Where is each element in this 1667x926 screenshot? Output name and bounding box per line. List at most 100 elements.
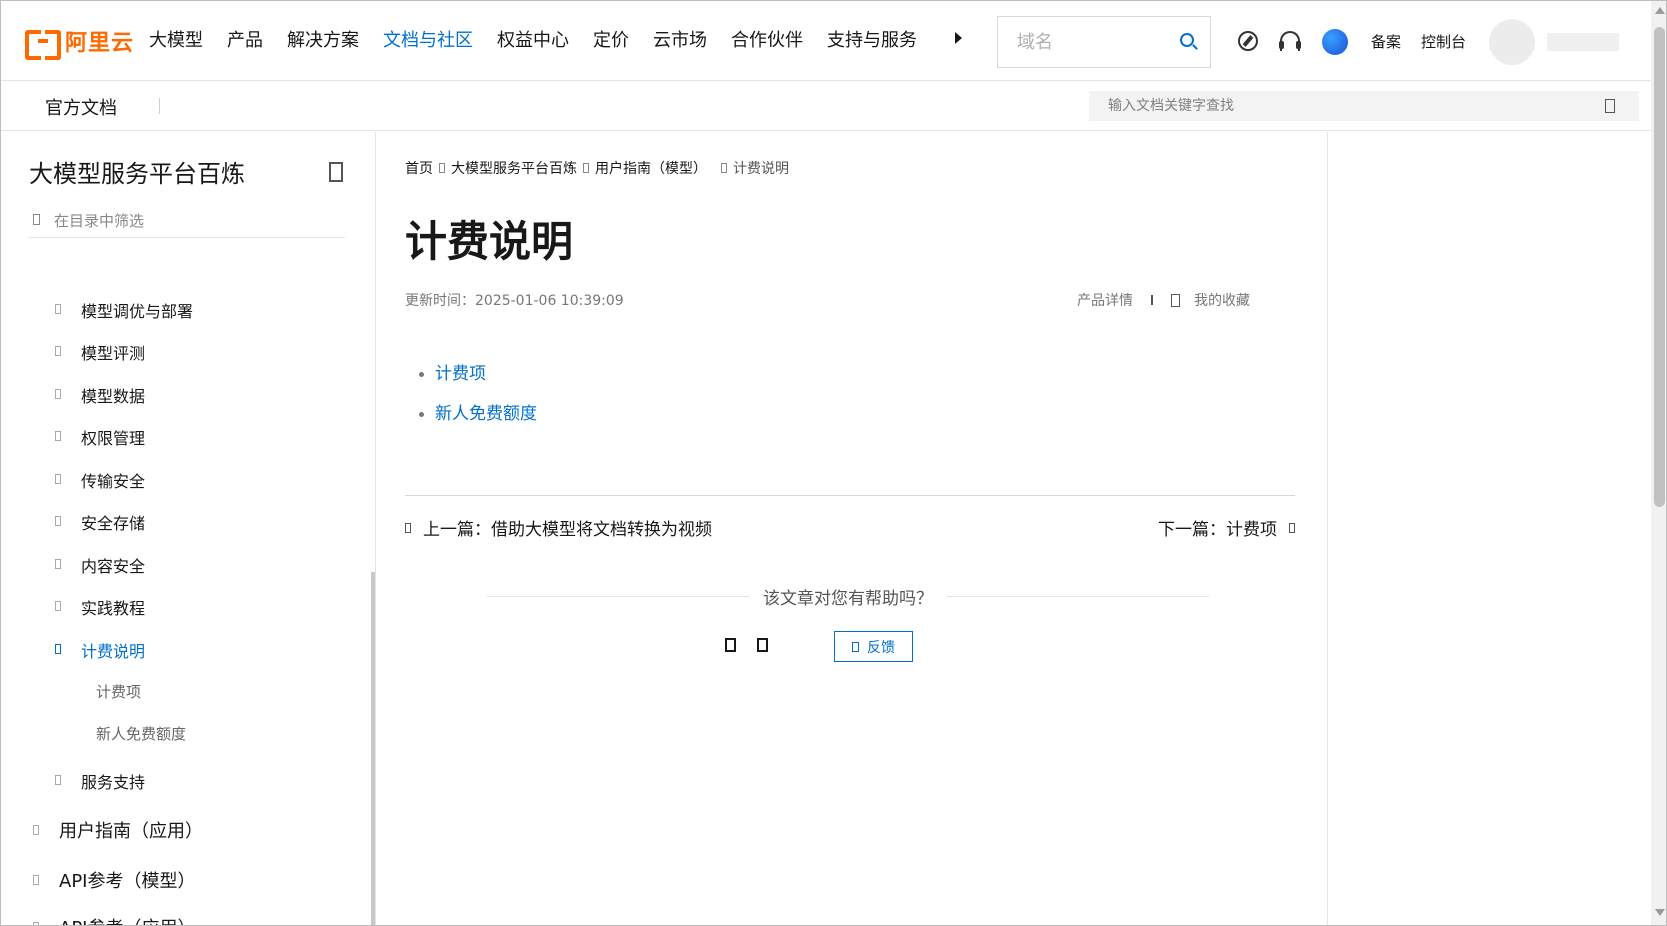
avatar[interactable] [1489, 19, 1535, 65]
sidebar-item-label: 实践教程 [81, 599, 146, 618]
breadcrumb-current: 计费说明 [733, 161, 789, 177]
breadcrumb-separator-icon [439, 163, 445, 173]
sidebar-item-billing[interactable]: 计费说明 [55, 638, 145, 662]
sidebar-item-user-guide-app[interactable]: 用户指南（应用） [33, 817, 203, 843]
chevron-right-icon [55, 346, 61, 356]
update-time: 更新时间：2025-01-06 10:39:09 [405, 293, 624, 309]
toc-link-billing-items[interactable]: 计费项 [419, 354, 537, 394]
sidebar-item-label: 模型数据 [81, 387, 146, 406]
thumbs-up-icon[interactable] [725, 638, 736, 652]
scroll-down-icon[interactable] [1655, 909, 1665, 916]
next-article-link[interactable]: 下一篇：计费项 [1158, 515, 1295, 540]
sidebar-item-service-support[interactable]: 服务支持 [55, 769, 145, 793]
chevron-right-icon [55, 601, 61, 611]
nav-more-arrow-icon[interactable] [955, 32, 962, 44]
chevron-right-icon [33, 825, 39, 835]
sidebar-item-secure-storage[interactable]: 安全存储 [55, 510, 145, 534]
article-toc: 计费项 新人免费额度 [419, 354, 537, 434]
thumbs-down-icon[interactable] [757, 638, 768, 652]
content-divider [405, 495, 1295, 496]
breadcrumb-separator-icon [583, 163, 589, 173]
chevron-left-icon [405, 522, 411, 533]
nav-item-llm[interactable]: 大模型 [149, 27, 203, 55]
sidebar-item-label: 服务支持 [81, 773, 146, 792]
catalog-filter-placeholder: 在目录中筛选 [54, 212, 145, 230]
sidebar-item-content-security[interactable]: 内容安全 [55, 553, 145, 577]
scroll-up-icon[interactable] [1655, 7, 1665, 14]
catalog-filter[interactable]: 在目录中筛选 [29, 208, 345, 238]
helpful-question: 该文章对您有帮助吗？ [763, 589, 933, 609]
nav-item-partners[interactable]: 合作伙伴 [731, 27, 803, 55]
sidebar-item-tutorials[interactable]: 实践教程 [55, 595, 145, 619]
feedback-label: 反馈 [867, 639, 895, 656]
subnav-divider [159, 98, 160, 114]
chevron-right-icon [55, 431, 61, 441]
product-detail-link[interactable]: 产品详情 [1077, 290, 1133, 310]
nav-item-benefits[interactable]: 权益中心 [497, 27, 569, 55]
right-aside [1327, 132, 1651, 925]
scroll-thumb[interactable] [1654, 27, 1665, 507]
chevron-right-icon [55, 304, 61, 314]
search-icon[interactable] [1180, 33, 1194, 47]
sidebar-item-billing-items[interactable]: 计费项 [96, 681, 141, 702]
compass-icon[interactable] [1238, 31, 1258, 51]
browser-viewport: 阿里云 大模型 产品 解决方案 文档与社区 权益中心 定价 云市场 合作伙伴 支… [0, 0, 1667, 926]
nav-item-docs-community[interactable]: 文档与社区 [383, 27, 473, 55]
nav-item-pricing[interactable]: 定价 [593, 27, 629, 55]
doc-subnav: 官方文档 [1, 81, 1651, 131]
bookmark-icon[interactable] [1171, 293, 1180, 307]
sidebar-item-label: API参考（模型） [59, 871, 196, 892]
breadcrumb-bailian[interactable]: 大模型服务平台百炼 [451, 158, 577, 178]
sidebar-item-free-quota[interactable]: 新人免费额度 [96, 723, 186, 744]
nav-item-solutions[interactable]: 解决方案 [287, 27, 359, 55]
sidebar-item-label: 模型评测 [81, 344, 146, 363]
sidebar-item-label: 计费项 [96, 683, 142, 701]
nav-item-marketplace[interactable]: 云市场 [653, 27, 707, 55]
breadcrumb-home[interactable]: 首页 [405, 158, 433, 178]
sidebar-item-api-model[interactable]: API参考（模型） [33, 867, 195, 893]
logo-text: 阿里云 [65, 31, 135, 56]
sidebar-item-permissions[interactable]: 权限管理 [55, 425, 145, 449]
blue-orb-icon[interactable] [1322, 29, 1348, 55]
sidebar-item-model-eval[interactable]: 模型评测 [55, 340, 145, 364]
username-placeholder[interactable] [1547, 33, 1619, 51]
chevron-right-icon [33, 922, 39, 925]
sidebar-item-model-data[interactable]: 模型数据 [55, 383, 145, 407]
sidebar-collapse-icon[interactable] [329, 162, 343, 182]
console-link[interactable]: 控制台 [1421, 31, 1466, 52]
sidebar-item-model-tuning[interactable]: 模型调优与部署 [55, 298, 193, 322]
aliyun-logo[interactable]: 阿里云 [25, 27, 135, 60]
chevron-right-icon [55, 389, 61, 399]
sidebar-item-label: 权限管理 [81, 429, 146, 448]
nav-item-products[interactable]: 产品 [227, 27, 263, 55]
page-title: 计费说明 [405, 217, 574, 266]
prev-article-label: 上一篇：借助大模型将文档转换为视频 [423, 520, 712, 540]
sidebar-item-label: 安全存储 [81, 514, 146, 533]
sidebar-item-transport-security[interactable]: 传输安全 [55, 468, 145, 492]
toc-link-free-quota[interactable]: 新人免费额度 [419, 394, 537, 434]
sidebar-scrollbar[interactable] [371, 572, 375, 925]
feedback-button[interactable]: 反馈 [834, 631, 913, 662]
breadcrumb-user-guide-model[interactable]: 用户指南（模型） [595, 158, 707, 178]
sidebar-item-api-app[interactable]: API参考（应用） [33, 914, 195, 925]
beian-link[interactable]: 备案 [1371, 31, 1401, 52]
sidebar-item-label: 计费说明 [81, 642, 146, 661]
headset-icon[interactable] [1279, 31, 1301, 51]
action-divider [1151, 295, 1153, 305]
sidebar-item-label: 用户指南（应用） [59, 821, 203, 842]
feedback-icon [852, 641, 859, 652]
official-docs-title[interactable]: 官方文档 [45, 94, 117, 120]
sidebar-title: 大模型服务平台百炼 [29, 160, 245, 188]
domain-search-input[interactable] [998, 17, 1158, 67]
prev-article-link[interactable]: 上一篇：借助大模型将文档转换为视频 [405, 515, 712, 540]
page-scrollbar[interactable] [1651, 1, 1666, 925]
next-article-label: 下一篇：计费项 [1158, 520, 1277, 540]
my-favorites-link[interactable]: 我的收藏 [1194, 290, 1250, 310]
article-actions: 产品详情 我的收藏 [1077, 290, 1250, 310]
aliyun-logo-icon [25, 30, 61, 60]
nav-item-support[interactable]: 支持与服务 [827, 27, 917, 55]
chevron-down-icon [55, 644, 61, 654]
sidebar-item-label: 模型调优与部署 [81, 302, 194, 321]
doc-search-icon[interactable] [1605, 99, 1615, 113]
doc-search-input[interactable] [1089, 91, 1569, 121]
